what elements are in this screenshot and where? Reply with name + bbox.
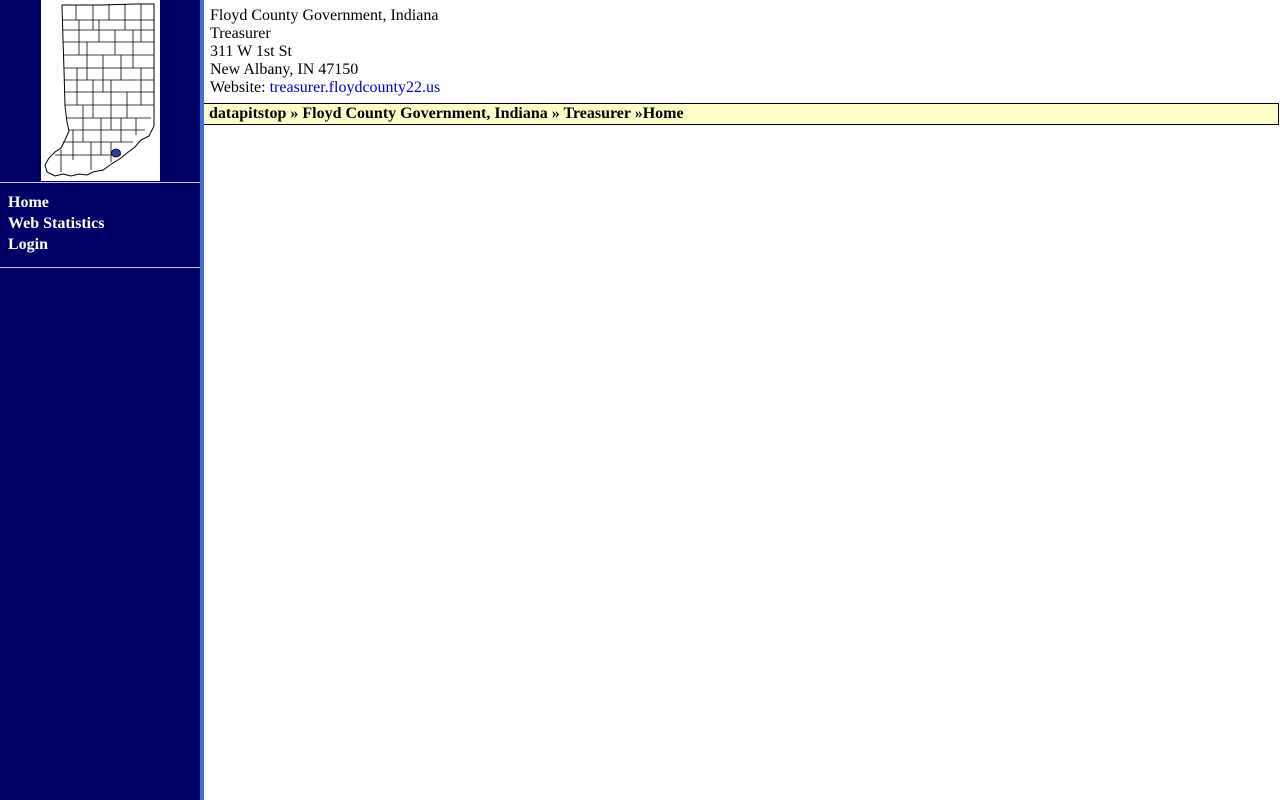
sidebar-divider-bottom bbox=[0, 267, 200, 268]
sidebar-nav: Home Web Statistics Login bbox=[8, 192, 104, 255]
breadcrumb-treasurer[interactable]: Treasurer bbox=[563, 105, 630, 122]
breadcrumb-separator: » bbox=[551, 105, 560, 122]
indiana-county-map-icon bbox=[41, 0, 160, 181]
city-state-zip: New Albany, IN 47150 bbox=[210, 61, 359, 78]
breadcrumb: datapitstop » Floyd County Government, I… bbox=[204, 103, 1279, 125]
breadcrumb-separator: » bbox=[290, 105, 299, 122]
breadcrumb-separator: » bbox=[634, 105, 643, 122]
department-name: Treasurer bbox=[210, 25, 271, 42]
breadcrumb-datapitstop[interactable]: datapitstop bbox=[209, 105, 286, 122]
address-block: Floyd County Government, Indiana Treasur… bbox=[210, 7, 440, 97]
website-label: Website: bbox=[210, 79, 266, 96]
sidebar: Home Web Statistics Login bbox=[0, 0, 200, 800]
website-link[interactable]: treasurer.floydcounty22.us bbox=[270, 79, 441, 96]
nav-home-link[interactable]: Home bbox=[8, 192, 104, 213]
nav-web-statistics-link[interactable]: Web Statistics bbox=[8, 213, 104, 234]
breadcrumb-current-home: Home bbox=[642, 105, 684, 122]
breadcrumb-floyd-county[interactable]: Floyd County Government, Indiana bbox=[302, 105, 547, 122]
street-address: 311 W 1st St bbox=[210, 43, 292, 60]
nav-login-link[interactable]: Login bbox=[8, 234, 104, 255]
website-line: Website: treasurer.floydcounty22.us bbox=[210, 79, 440, 97]
sidebar-divider-top bbox=[0, 182, 200, 183]
org-name: Floyd County Government, Indiana bbox=[210, 7, 439, 24]
